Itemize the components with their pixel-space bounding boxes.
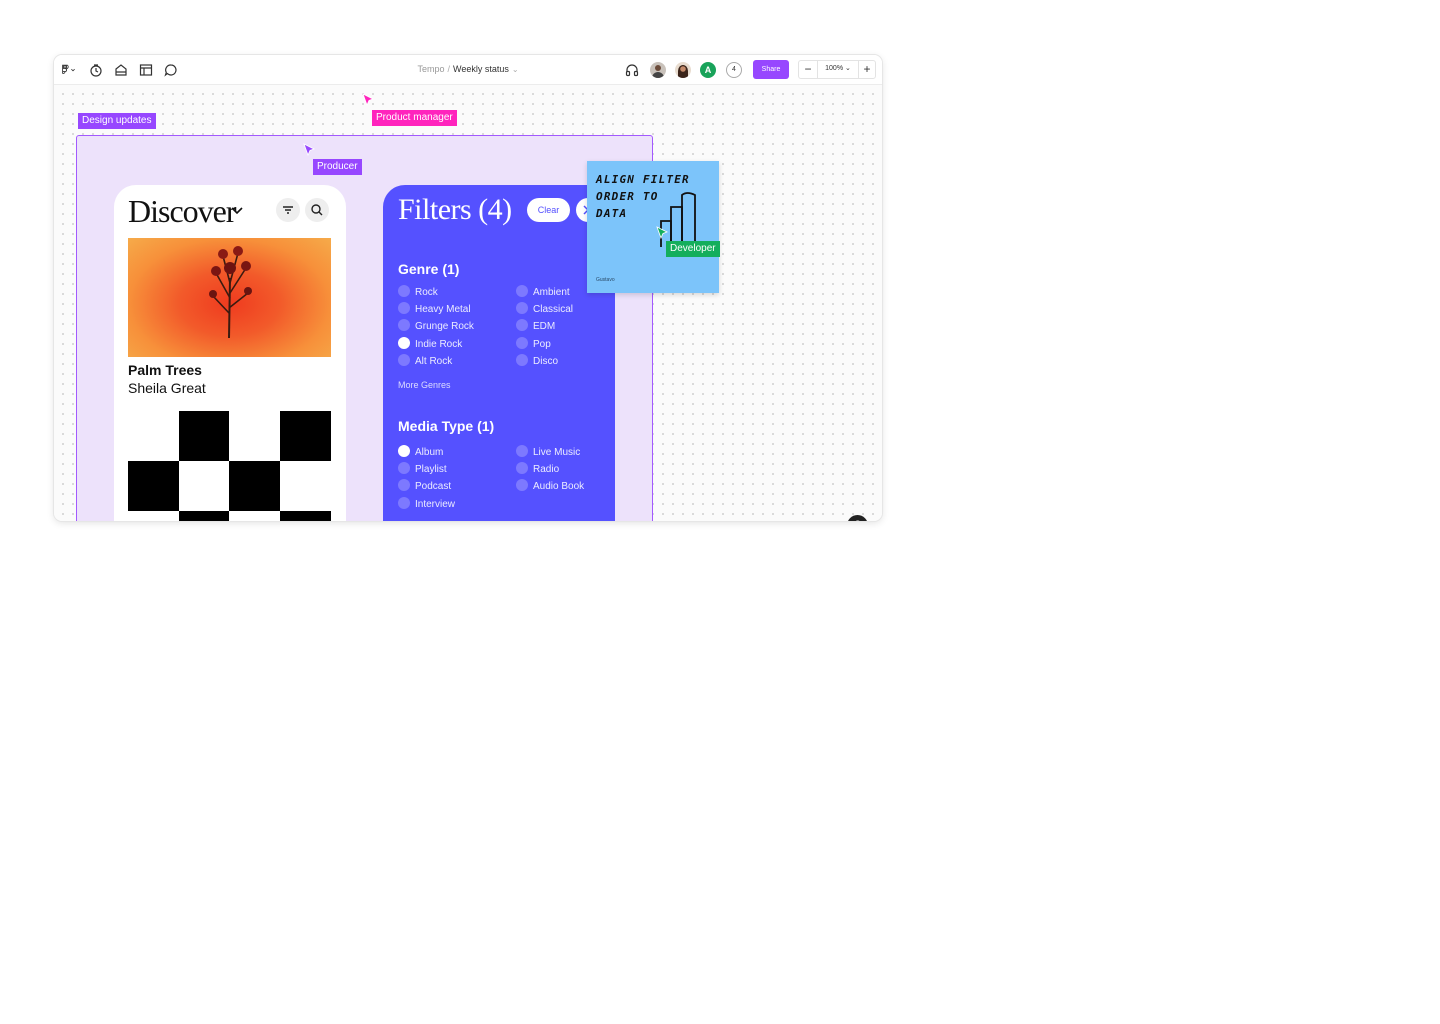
radio-icon [398,462,410,475]
radio-icon [516,445,528,458]
genre-option-alt-rock[interactable]: Alt Rock [398,354,452,369]
filter-button[interactable] [276,198,300,222]
zoom-out-button[interactable]: − [800,62,816,77]
radio-icon [398,354,410,367]
cursor-icon [361,93,375,107]
radio-icon [398,497,410,510]
media-type-heading: Media Type (1) [398,418,495,434]
headphones-icon[interactable] [624,62,640,78]
avatar[interactable] [650,62,666,78]
filters-title: Filters (4) [398,193,512,226]
cursor-icon [302,143,316,157]
cursor-icon [655,226,669,240]
radio-selected-icon [398,337,410,350]
genre-option-classical[interactable]: Classical [516,302,573,317]
radio-icon [516,285,528,298]
zoom-level[interactable]: 100% ⌄ [819,64,857,72]
genre-option-heavy-metal[interactable]: Heavy Metal [398,302,471,317]
sticky-note-author: Gustavo [596,277,615,283]
album-art[interactable] [128,238,331,357]
breadcrumb-project[interactable]: Tempo [417,64,444,74]
share-button[interactable]: Share [753,60,789,79]
search-icon [311,204,323,216]
sticky-note-line: ALIGN FILTER [596,173,690,186]
clear-button[interactable]: Clear [527,198,570,222]
sticky-note[interactable]: ALIGN FILTER ORDER TO DATA Gustavo [587,161,719,293]
canvas[interactable]: Design updates Discover Palm Trees Sheil… [54,85,882,521]
plant-image [209,246,252,339]
track-artist: Sheila Great [128,380,206,396]
divider [817,61,818,78]
genre-option-pop[interactable]: Pop [516,337,551,352]
media-option-live-music[interactable]: Live Music [516,445,580,460]
radio-icon [516,462,528,475]
radio-icon [516,302,528,315]
radio-icon [516,354,528,367]
toolbar: Tempo / Weekly status ⌄ A 4 Share − 100% ⌄ … [54,55,882,85]
frame-label[interactable]: Design updates [78,113,156,129]
avatar[interactable]: A [700,62,716,78]
avatar[interactable] [675,62,691,78]
radio-icon [398,302,410,315]
document-title[interactable]: Weekly status [453,64,509,74]
checker-album-art[interactable] [128,411,331,521]
chevron-down-icon[interactable]: ⌄ [512,65,519,74]
genre-option-grunge-rock[interactable]: Grunge Rock [398,319,474,334]
media-option-playlist[interactable]: Playlist [398,462,447,477]
genre-option-rock[interactable]: Rock [398,285,438,300]
discover-title: Discover [128,193,237,229]
media-option-interview[interactable]: Interview [398,497,455,512]
radio-icon [398,479,410,492]
zoom-control: − 100% ⌄ + [798,60,876,79]
collaborator-count[interactable]: 4 [726,62,742,78]
help-button[interactable]: ? [847,515,868,521]
cursor-label-developer: Developer [666,241,720,257]
genre-heading: Genre (1) [398,261,460,277]
cursor-label-product-manager: Product manager [372,110,457,126]
more-genres-link[interactable]: More Genres [398,380,451,390]
genre-option-indie-rock[interactable]: Indie Rock [398,337,462,352]
genre-option-disco[interactable]: Disco [516,354,558,369]
genre-option-ambient[interactable]: Ambient [516,285,570,300]
media-option-audio-book[interactable]: Audio Book [516,479,584,494]
breadcrumb-separator: / [447,64,450,74]
radio-icon [398,285,410,298]
radio-icon [516,479,528,492]
figma-window: Tempo / Weekly status ⌄ A 4 Share − 100% ⌄ … [54,55,882,521]
zoom-in-button[interactable]: + [859,62,875,77]
filters-card[interactable]: Filters (4) Clear Genre (1) Rock Heavy M… [383,185,615,521]
media-option-radio[interactable]: Radio [516,462,559,477]
radio-icon [398,319,410,332]
track-title: Palm Trees [128,362,202,378]
filter-icon [283,206,293,214]
radio-selected-icon [398,445,410,458]
radio-icon [516,319,528,332]
media-option-album[interactable]: Album [398,445,443,460]
discover-card[interactable]: Discover Palm Trees Sheila Great [114,185,346,521]
media-option-podcast[interactable]: Podcast [398,479,451,494]
cursor-label-producer: Producer [313,159,362,175]
genre-option-edm[interactable]: EDM [516,319,555,334]
search-button[interactable] [305,198,329,222]
chevron-down-icon[interactable] [230,203,244,217]
radio-icon [516,337,528,350]
